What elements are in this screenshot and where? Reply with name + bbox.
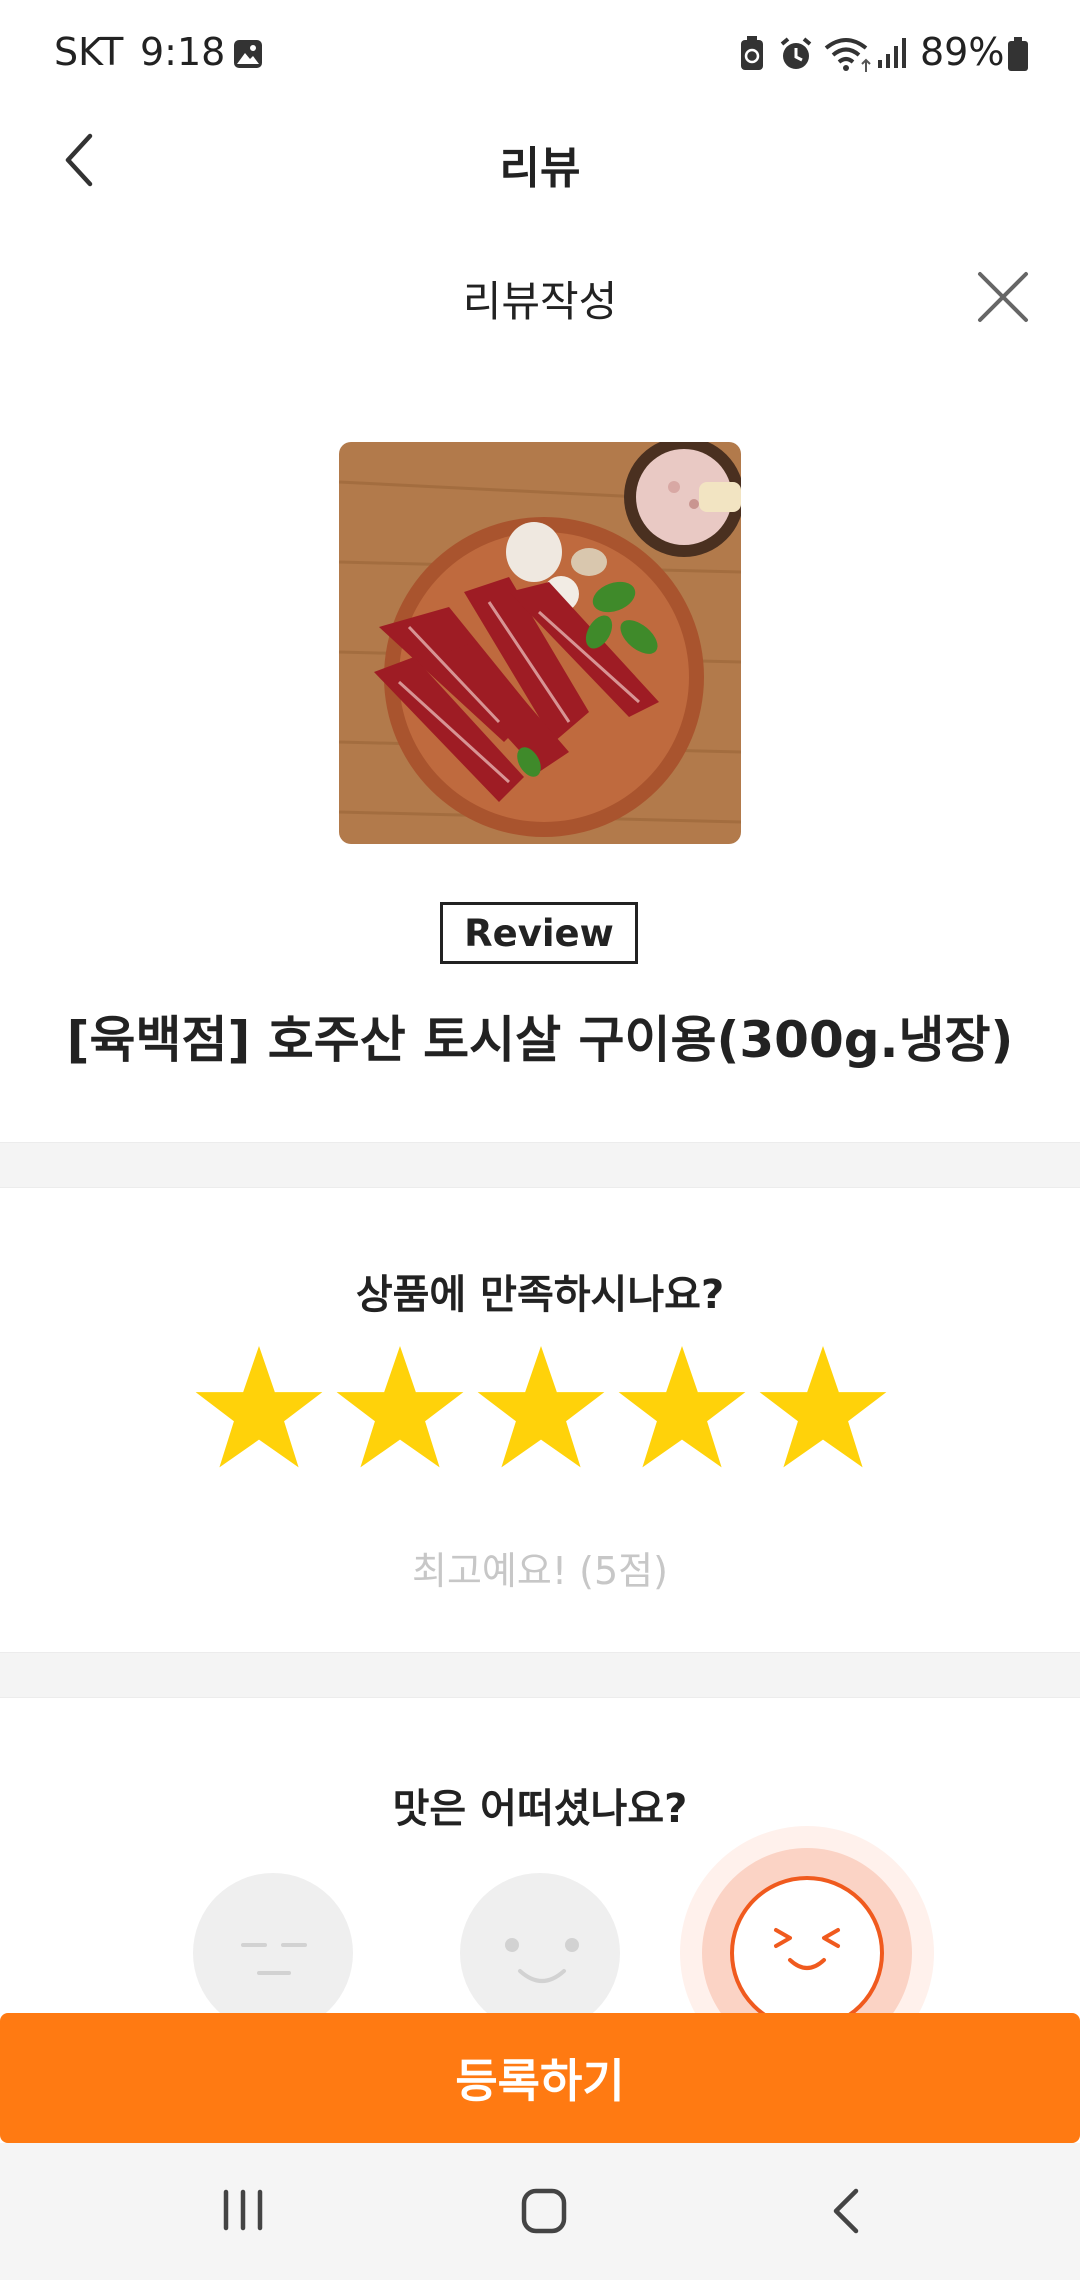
rating-question: 상품에 만족하시나요? bbox=[355, 1272, 725, 1318]
rating-star-3[interactable] bbox=[475, 1342, 607, 1474]
wifi-icon bbox=[824, 38, 871, 72]
taste-question: 맛은 어떠셨나요? bbox=[392, 1786, 688, 1832]
selected-face bbox=[730, 1876, 884, 2030]
battery-icon bbox=[1008, 37, 1028, 71]
neutral-face-icon bbox=[241, 1943, 307, 1975]
signal-icon bbox=[878, 38, 906, 68]
submit-button[interactable]: 등록하기 bbox=[0, 2013, 1080, 2143]
system-back-icon[interactable] bbox=[830, 2187, 864, 2235]
product-name: [육백점] 호주산 토시살 구이용(300g.냉장) bbox=[66, 1011, 1014, 1069]
status-bar: SKT 9:18 89% bbox=[0, 0, 1080, 108]
image-notification-icon bbox=[234, 40, 262, 68]
battery-saver-icon bbox=[741, 36, 763, 70]
rating-star-4[interactable] bbox=[616, 1342, 748, 1474]
review-badge: Review bbox=[440, 902, 638, 964]
taste-option-1[interactable] bbox=[193, 1873, 353, 2033]
taste-option-2[interactable] bbox=[460, 1873, 620, 2033]
smile-face-icon bbox=[505, 1938, 579, 1983]
rating-star-1[interactable] bbox=[193, 1342, 325, 1474]
delighted-face-icon bbox=[774, 1928, 840, 1970]
clock: 9:18 bbox=[140, 30, 226, 74]
product-image bbox=[339, 442, 741, 844]
rating-result-text: 최고예요! (5점) bbox=[412, 1549, 668, 1593]
home-icon[interactable] bbox=[520, 2187, 568, 2235]
section-divider bbox=[0, 1652, 1080, 1698]
section-divider bbox=[0, 1142, 1080, 1188]
page-title: 리뷰 bbox=[499, 143, 581, 194]
rating-star-2[interactable] bbox=[334, 1342, 466, 1474]
recent-apps-icon[interactable] bbox=[220, 2188, 266, 2232]
close-icon[interactable] bbox=[976, 270, 1030, 324]
battery-percent: 89% bbox=[920, 30, 1005, 74]
system-nav-bar bbox=[0, 2143, 1080, 2280]
rating-star-5[interactable] bbox=[757, 1342, 889, 1474]
carrier-label: SKT bbox=[54, 30, 124, 74]
sheet-title: 리뷰작성 bbox=[462, 277, 618, 326]
alarm-icon bbox=[780, 37, 812, 69]
